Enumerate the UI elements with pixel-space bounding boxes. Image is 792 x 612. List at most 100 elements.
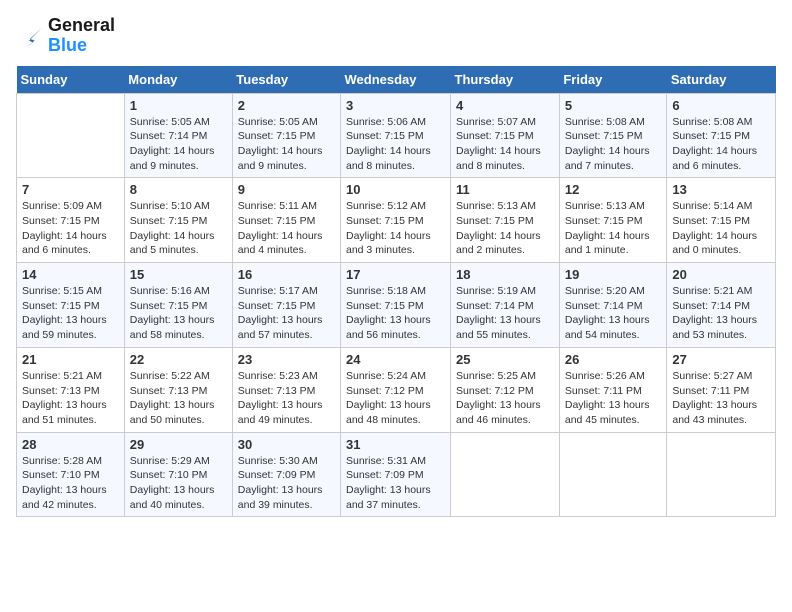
calendar-week-1: 1 Sunrise: 5:05 AMSunset: 7:14 PMDaylight…: [17, 93, 776, 178]
day-number: 21: [22, 352, 119, 367]
day-info: Sunrise: 5:11 AMSunset: 7:15 PMDaylight:…: [238, 199, 335, 258]
calendar-cell: 15 Sunrise: 5:16 AMSunset: 7:15 PMDayligh…: [124, 263, 232, 348]
calendar-cell: 8 Sunrise: 5:10 AMSunset: 7:15 PMDaylight…: [124, 178, 232, 263]
calendar-week-4: 21 Sunrise: 5:21 AMSunset: 7:13 PMDayligh…: [17, 347, 776, 432]
calendar-cell: 21 Sunrise: 5:21 AMSunset: 7:13 PMDayligh…: [17, 347, 125, 432]
calendar-cell: 6 Sunrise: 5:08 AMSunset: 7:15 PMDaylight…: [667, 93, 776, 178]
calendar-cell: 31 Sunrise: 5:31 AMSunset: 7:09 PMDayligh…: [341, 432, 451, 517]
calendar-table: SundayMondayTuesdayWednesdayThursdayFrid…: [16, 66, 776, 518]
day-info: Sunrise: 5:21 AMSunset: 7:14 PMDaylight:…: [672, 284, 770, 343]
day-info: Sunrise: 5:09 AMSunset: 7:15 PMDaylight:…: [22, 199, 119, 258]
day-info: Sunrise: 5:17 AMSunset: 7:15 PMDaylight:…: [238, 284, 335, 343]
day-number: 20: [672, 267, 770, 282]
calendar-cell: 1 Sunrise: 5:05 AMSunset: 7:14 PMDaylight…: [124, 93, 232, 178]
calendar-cell: 3Sunrise: 5:06 AMSunset: 7:15 PMDaylight…: [341, 93, 451, 178]
day-number: 31: [346, 437, 445, 452]
calendar-cell: 22 Sunrise: 5:22 AMSunset: 7:13 PMDayligh…: [124, 347, 232, 432]
day-info: Sunrise: 5:12 AMSunset: 7:15 PMDaylight:…: [346, 199, 445, 258]
calendar-cell: 5Sunrise: 5:08 AMSunset: 7:15 PMDaylight…: [559, 93, 667, 178]
calendar-cell: 16 Sunrise: 5:17 AMSunset: 7:15 PMDayligh…: [232, 263, 340, 348]
calendar-cell: 14Sunrise: 5:15 AMSunset: 7:15 PMDayligh…: [17, 263, 125, 348]
day-header-monday: Monday: [124, 66, 232, 94]
day-number: 14: [22, 267, 119, 282]
day-number: 5: [565, 98, 662, 113]
day-number: 30: [238, 437, 335, 452]
calendar-week-2: 7 Sunrise: 5:09 AMSunset: 7:15 PMDaylight…: [17, 178, 776, 263]
calendar-week-3: 14Sunrise: 5:15 AMSunset: 7:15 PMDayligh…: [17, 263, 776, 348]
day-number: 24: [346, 352, 445, 367]
day-number: 12: [565, 182, 662, 197]
day-info: Sunrise: 5:13 AMSunset: 7:15 PMDaylight:…: [565, 199, 662, 258]
day-number: 11: [456, 182, 554, 197]
calendar-cell: 11 Sunrise: 5:13 AMSunset: 7:15 PMDayligh…: [451, 178, 560, 263]
calendar-cell: 17 Sunrise: 5:18 AMSunset: 7:15 PMDayligh…: [341, 263, 451, 348]
calendar-cell: 7 Sunrise: 5:09 AMSunset: 7:15 PMDaylight…: [17, 178, 125, 263]
day-number: 10: [346, 182, 445, 197]
day-info: Sunrise: 5:27 AMSunset: 7:11 PMDaylight:…: [672, 369, 770, 428]
day-number: 6: [672, 98, 770, 113]
day-info: Sunrise: 5:18 AMSunset: 7:15 PMDaylight:…: [346, 284, 445, 343]
day-number: 17: [346, 267, 445, 282]
calendar-cell: 27 Sunrise: 5:27 AMSunset: 7:11 PMDayligh…: [667, 347, 776, 432]
day-info: Sunrise: 5:26 AMSunset: 7:11 PMDaylight:…: [565, 369, 662, 428]
calendar-cell: [451, 432, 560, 517]
day-info: Sunrise: 5:16 AMSunset: 7:15 PMDaylight:…: [130, 284, 227, 343]
day-info: Sunrise: 5:13 AMSunset: 7:15 PMDaylight:…: [456, 199, 554, 258]
calendar-cell: 12 Sunrise: 5:13 AMSunset: 7:15 PMDayligh…: [559, 178, 667, 263]
day-number: 7: [22, 182, 119, 197]
calendar-cell: 20 Sunrise: 5:21 AMSunset: 7:14 PMDayligh…: [667, 263, 776, 348]
day-header-friday: Friday: [559, 66, 667, 94]
logo-icon: [16, 22, 44, 50]
calendar-body: 1 Sunrise: 5:05 AMSunset: 7:14 PMDaylight…: [17, 93, 776, 517]
day-number: 15: [130, 267, 227, 282]
day-number: 29: [130, 437, 227, 452]
day-info: Sunrise: 5:22 AMSunset: 7:13 PMDaylight:…: [130, 369, 227, 428]
day-info: Sunrise: 5:14 AMSunset: 7:15 PMDaylight:…: [672, 199, 770, 258]
day-info: Sunrise: 5:21 AMSunset: 7:13 PMDaylight:…: [22, 369, 119, 428]
day-number: 3: [346, 98, 445, 113]
calendar-cell: [17, 93, 125, 178]
day-info: Sunrise: 5:05 AMSunset: 7:14 PMDaylight:…: [130, 115, 227, 174]
logo: General Blue: [16, 16, 115, 56]
day-number: 19: [565, 267, 662, 282]
calendar-week-5: 28Sunrise: 5:28 AMSunset: 7:10 PMDayligh…: [17, 432, 776, 517]
day-number: 18: [456, 267, 554, 282]
day-info: Sunrise: 5:08 AMSunset: 7:15 PMDaylight:…: [672, 115, 770, 174]
day-header-tuesday: Tuesday: [232, 66, 340, 94]
day-number: 4: [456, 98, 554, 113]
calendar-cell: 25Sunrise: 5:25 AMSunset: 7:12 PMDayligh…: [451, 347, 560, 432]
calendar-cell: [559, 432, 667, 517]
calendar-cell: 28Sunrise: 5:28 AMSunset: 7:10 PMDayligh…: [17, 432, 125, 517]
day-header-saturday: Saturday: [667, 66, 776, 94]
day-number: 13: [672, 182, 770, 197]
calendar-cell: [667, 432, 776, 517]
calendar-cell: 18 Sunrise: 5:19 AMSunset: 7:14 PMDayligh…: [451, 263, 560, 348]
day-info: Sunrise: 5:20 AMSunset: 7:14 PMDaylight:…: [565, 284, 662, 343]
page-header: General Blue: [16, 16, 776, 56]
logo-text: General Blue: [48, 16, 115, 56]
calendar-cell: 26 Sunrise: 5:26 AMSunset: 7:11 PMDayligh…: [559, 347, 667, 432]
day-number: 26: [565, 352, 662, 367]
calendar-cell: 19 Sunrise: 5:20 AMSunset: 7:14 PMDayligh…: [559, 263, 667, 348]
calendar-cell: 9 Sunrise: 5:11 AMSunset: 7:15 PMDaylight…: [232, 178, 340, 263]
day-number: 23: [238, 352, 335, 367]
day-info: Sunrise: 5:05 AMSunset: 7:15 PMDaylight:…: [238, 115, 335, 174]
calendar-cell: 23Sunrise: 5:23 AMSunset: 7:13 PMDayligh…: [232, 347, 340, 432]
day-info: Sunrise: 5:29 AMSunset: 7:10 PMDaylight:…: [130, 454, 227, 513]
day-number: 8: [130, 182, 227, 197]
calendar-cell: 4Sunrise: 5:07 AMSunset: 7:15 PMDaylight…: [451, 93, 560, 178]
day-number: 22: [130, 352, 227, 367]
day-number: 1: [130, 98, 227, 113]
day-header-sunday: Sunday: [17, 66, 125, 94]
day-number: 27: [672, 352, 770, 367]
day-number: 9: [238, 182, 335, 197]
calendar-cell: 24Sunrise: 5:24 AMSunset: 7:12 PMDayligh…: [341, 347, 451, 432]
day-number: 25: [456, 352, 554, 367]
day-info: Sunrise: 5:19 AMSunset: 7:14 PMDaylight:…: [456, 284, 554, 343]
day-header-wednesday: Wednesday: [341, 66, 451, 94]
day-info: Sunrise: 5:10 AMSunset: 7:15 PMDaylight:…: [130, 199, 227, 258]
day-number: 28: [22, 437, 119, 452]
day-number: 16: [238, 267, 335, 282]
calendar-header: SundayMondayTuesdayWednesdayThursdayFrid…: [17, 66, 776, 94]
day-info: Sunrise: 5:31 AMSunset: 7:09 PMDaylight:…: [346, 454, 445, 513]
